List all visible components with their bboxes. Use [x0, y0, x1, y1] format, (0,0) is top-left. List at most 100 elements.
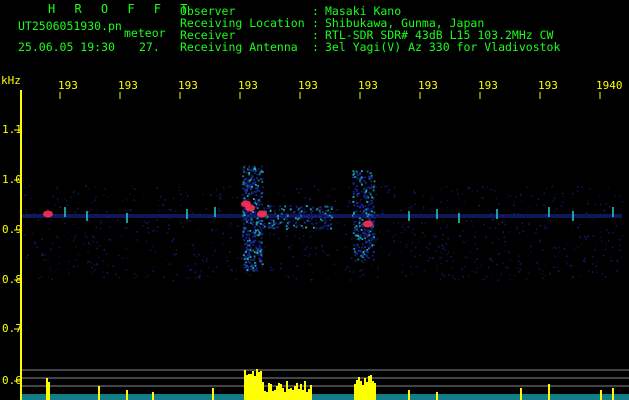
echo-pixel: [356, 195, 359, 198]
echo-blip: [548, 207, 550, 217]
noise-pixel: [434, 250, 437, 252]
echo-pixel: [254, 264, 257, 267]
noise-pixel: [488, 258, 491, 260]
echo-pixel: [249, 230, 252, 232]
echo-pixel: [371, 228, 374, 231]
noise-pixel: [390, 251, 392, 253]
echo-pixel: [261, 203, 263, 206]
echo-pixel: [372, 221, 375, 223]
noise-pixel: [95, 196, 97, 199]
echo-pixel: [365, 254, 368, 257]
echo-blip: [64, 207, 66, 217]
noise-pixel: [175, 249, 178, 251]
echo-pixel: [260, 195, 263, 198]
noise-pixel: [59, 206, 62, 208]
noise-pixel: [542, 277, 544, 279]
noise-pixel: [112, 265, 115, 267]
noise-pixel: [619, 244, 621, 247]
noise-pixel: [95, 212, 97, 215]
meter-bar: [260, 371, 262, 400]
noise-pixel: [386, 229, 388, 232]
echo-pixel: [365, 212, 368, 215]
echo-pixel: [287, 227, 289, 229]
noise-pixel: [314, 253, 317, 255]
noise-pixel: [299, 224, 301, 226]
echo-pixel: [319, 211, 321, 214]
echo-pixel: [369, 187, 372, 190]
echo-pixel: [326, 205, 329, 208]
echo-pixel: [242, 175, 245, 178]
noise-pixel: [336, 209, 338, 211]
noise-pixel: [348, 202, 351, 204]
time-tick-label: 193: [298, 79, 318, 92]
echo-pixel: [364, 195, 367, 198]
noise-pixel: [446, 200, 449, 202]
noise-pixel: [300, 188, 302, 190]
noise-pixel: [493, 190, 496, 192]
noise-pixel: [219, 193, 222, 196]
noise-pixel: [74, 237, 76, 240]
noise-pixel: [446, 260, 448, 262]
noise-pixel: [573, 248, 576, 251]
echo-pixel: [252, 244, 255, 247]
noise-pixel: [280, 263, 282, 265]
echo-pixel: [352, 214, 355, 217]
noise-pixel: [135, 276, 137, 279]
noise-pixel: [179, 199, 182, 201]
meter-bar: [274, 390, 276, 400]
noise-pixel: [566, 263, 568, 265]
noise-pixel: [350, 201, 352, 203]
echo-pixel: [251, 231, 254, 234]
echo-pixel: [370, 180, 373, 183]
noise-pixel: [330, 188, 333, 191]
noise-pixel: [521, 200, 524, 202]
noise-pixel: [328, 195, 330, 197]
noise-pixel: [194, 263, 197, 265]
noise-pixel: [445, 226, 448, 229]
echo-pixel: [367, 207, 370, 210]
echo-pixel: [362, 206, 365, 208]
echo-pixel: [370, 172, 372, 175]
echo-pixel: [365, 191, 367, 193]
echo-pixel: [244, 181, 246, 184]
noise-pixel: [431, 197, 433, 199]
echo-pixel: [249, 213, 252, 216]
echo-pixel: [289, 205, 292, 207]
noise-pixel: [424, 222, 427, 224]
noise-pixel: [56, 198, 59, 200]
noise-pixel: [393, 222, 395, 225]
echo-pixel: [247, 198, 250, 201]
echo-pixel: [246, 187, 249, 190]
echo-pixel: [296, 209, 299, 211]
echo-pixel: [353, 204, 356, 207]
echo-pixel: [357, 233, 359, 235]
noise-pixel: [222, 232, 224, 235]
noise-pixel: [603, 209, 606, 211]
echo-pixel: [365, 187, 368, 190]
echo-pixel: [364, 205, 367, 207]
meter-bar: [46, 378, 48, 400]
echo-pixel: [361, 219, 364, 221]
echo-pixel: [260, 192, 263, 195]
noise-pixel: [148, 231, 150, 234]
echo-pixel: [359, 206, 362, 208]
noise-pixel: [426, 246, 428, 249]
noise-pixel: [196, 276, 199, 279]
noise-pixel: [27, 254, 29, 256]
noise-pixel: [96, 262, 98, 265]
echo-pixel: [371, 234, 374, 236]
app-brand: H R O F F T: [48, 2, 194, 16]
echo-pixel: [363, 209, 366, 211]
noise-pixel: [457, 193, 459, 195]
echo-pixel: [251, 223, 254, 226]
noise-pixel: [156, 219, 158, 221]
noise-pixel: [538, 268, 541, 271]
echo-pixel: [244, 256, 247, 258]
time-tick-label: 193: [118, 79, 138, 92]
echo-pixel: [359, 236, 362, 239]
echo-pixel: [255, 189, 258, 191]
echo-pixel: [280, 215, 282, 218]
noise-pixel: [546, 187, 548, 190]
echo-pixel: [369, 193, 372, 196]
time-tick-label: 193: [58, 79, 78, 92]
